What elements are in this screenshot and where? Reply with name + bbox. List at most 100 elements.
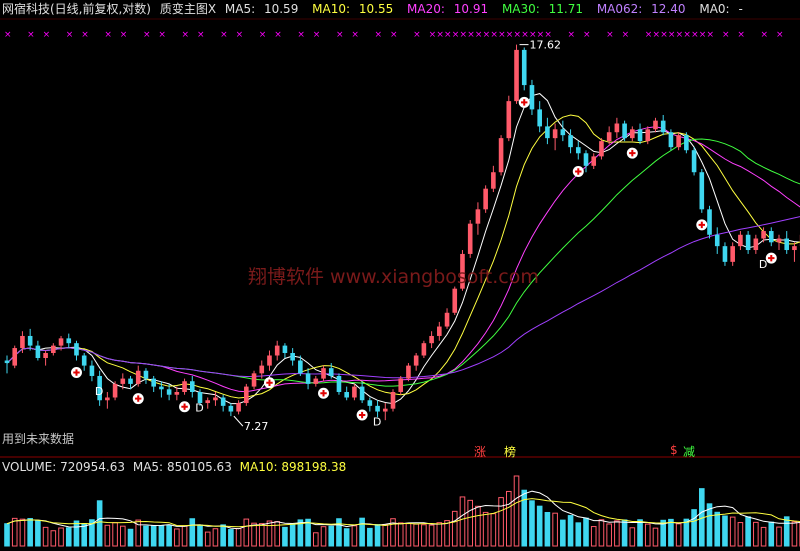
- ma30-value: 11.71: [549, 2, 583, 16]
- candle-up: [792, 246, 797, 250]
- top-signal-mark: ×: [27, 30, 35, 40]
- volume-bar-down: [144, 526, 149, 546]
- candle-up: [267, 355, 272, 365]
- candle-up: [553, 129, 558, 138]
- volume-bar-down: [375, 525, 380, 546]
- volume-bar-up: [105, 525, 110, 546]
- volume-bar-up: [352, 526, 357, 546]
- top-signal-mark: ×: [776, 30, 784, 40]
- candle-up: [754, 239, 759, 250]
- volume-bar-down: [190, 519, 195, 546]
- top-signal-mark: ×: [220, 30, 228, 40]
- volume-bar-down: [692, 510, 697, 546]
- candle-up: [761, 231, 766, 238]
- volume-bar-up: [792, 522, 797, 546]
- volume-bar-down: [622, 520, 627, 546]
- volume-bar-up: [20, 519, 25, 546]
- ma5-value: 10.59: [264, 2, 298, 16]
- volume-bar-down: [522, 490, 527, 546]
- d-signal-label: D: [95, 385, 103, 398]
- top-signal-mark: ×: [158, 30, 166, 40]
- candle-down: [669, 132, 674, 147]
- candle-up: [607, 132, 612, 141]
- candle-up: [352, 387, 357, 398]
- volume-bar-up: [491, 514, 496, 546]
- price-header: 网宿科技(日线,前复权,对数) 质变主图X MA5: 10.59 MA10: 1…: [2, 2, 753, 16]
- top-signal-mark: ×: [506, 30, 514, 40]
- tag-zhang: 涨: [474, 443, 486, 460]
- candle-down: [221, 397, 226, 405]
- top-signal-mark: ×: [475, 30, 483, 40]
- top-signal-mark: ×: [668, 30, 676, 40]
- candle-down: [638, 129, 643, 141]
- candle-up: [653, 121, 658, 130]
- candle-up: [406, 366, 411, 379]
- candle-down: [337, 376, 342, 392]
- candle-down: [622, 124, 627, 139]
- volume-bar-down: [283, 527, 288, 546]
- candle-down: [344, 392, 349, 397]
- candle-down: [561, 129, 566, 135]
- volume-bar-up: [738, 523, 743, 546]
- top-signal-mark: ×: [413, 30, 421, 40]
- candle-up: [314, 379, 319, 384]
- candle-up: [383, 409, 388, 412]
- volume-bar-up: [761, 527, 766, 546]
- volume-bar-down: [229, 530, 234, 546]
- candle-up: [483, 189, 488, 210]
- candle-up: [429, 336, 434, 343]
- volume-bar-up: [43, 527, 48, 546]
- tag-jian: 减: [683, 443, 695, 460]
- volume-bar-down: [167, 525, 172, 546]
- candle-up: [321, 368, 326, 378]
- volume-bar-up: [476, 506, 481, 546]
- ma20-value: 10.91: [454, 2, 488, 16]
- candle-down: [128, 379, 133, 384]
- top-signal-mark: ×: [375, 30, 383, 40]
- candle-up: [252, 373, 257, 386]
- volume-bar-down: [159, 526, 164, 546]
- volume-bar-up: [452, 511, 457, 546]
- volume-bar-up: [422, 525, 427, 546]
- volume-bar-up: [507, 491, 512, 546]
- candle-up: [676, 135, 681, 147]
- candle-down: [167, 389, 172, 394]
- volume-bar-down: [74, 521, 79, 546]
- candle-up: [121, 379, 126, 384]
- volume-bar-down: [746, 517, 751, 546]
- volume-bar-up: [754, 522, 759, 546]
- candle-up: [507, 101, 512, 138]
- top-signal-mark: ×: [583, 30, 591, 40]
- volume-bar-down: [28, 519, 33, 546]
- volume-bar-up: [59, 528, 64, 546]
- volume-bar-up: [653, 528, 658, 546]
- candle-up: [730, 246, 735, 262]
- candle-down: [290, 353, 295, 361]
- top-signal-mark: ×: [197, 30, 205, 40]
- volume-bar-up: [777, 527, 782, 546]
- top-signal-mark: ×: [521, 30, 529, 40]
- candle-up: [476, 209, 481, 223]
- volume-label: VOLUME:: [2, 460, 56, 474]
- volume-bar-down: [684, 519, 689, 546]
- vol-ma5-value: 850105.63: [167, 460, 232, 474]
- volume-bar-up: [259, 524, 264, 546]
- ma0-label: MA0:: [699, 2, 729, 16]
- volume-bar-up: [321, 527, 326, 546]
- candle-down: [283, 346, 288, 353]
- top-signal-mark: ×: [143, 30, 151, 40]
- top-signal-mark: ×: [722, 30, 730, 40]
- top-signal-mark: ×: [81, 30, 89, 40]
- ma062-line: [7, 216, 800, 378]
- low-price-label: 7.27: [244, 420, 269, 433]
- candle-down: [700, 172, 705, 209]
- high-price-label: 17.62: [530, 39, 562, 52]
- volume-bar-down: [723, 516, 728, 546]
- vol-ma10-value: 898198.38: [281, 460, 346, 474]
- ma5-line: [7, 94, 800, 404]
- volume-bar-up: [113, 523, 118, 546]
- candle-down: [692, 150, 697, 172]
- volume-bar-down: [584, 518, 589, 546]
- candle-up: [499, 138, 504, 172]
- candle-up: [452, 289, 457, 313]
